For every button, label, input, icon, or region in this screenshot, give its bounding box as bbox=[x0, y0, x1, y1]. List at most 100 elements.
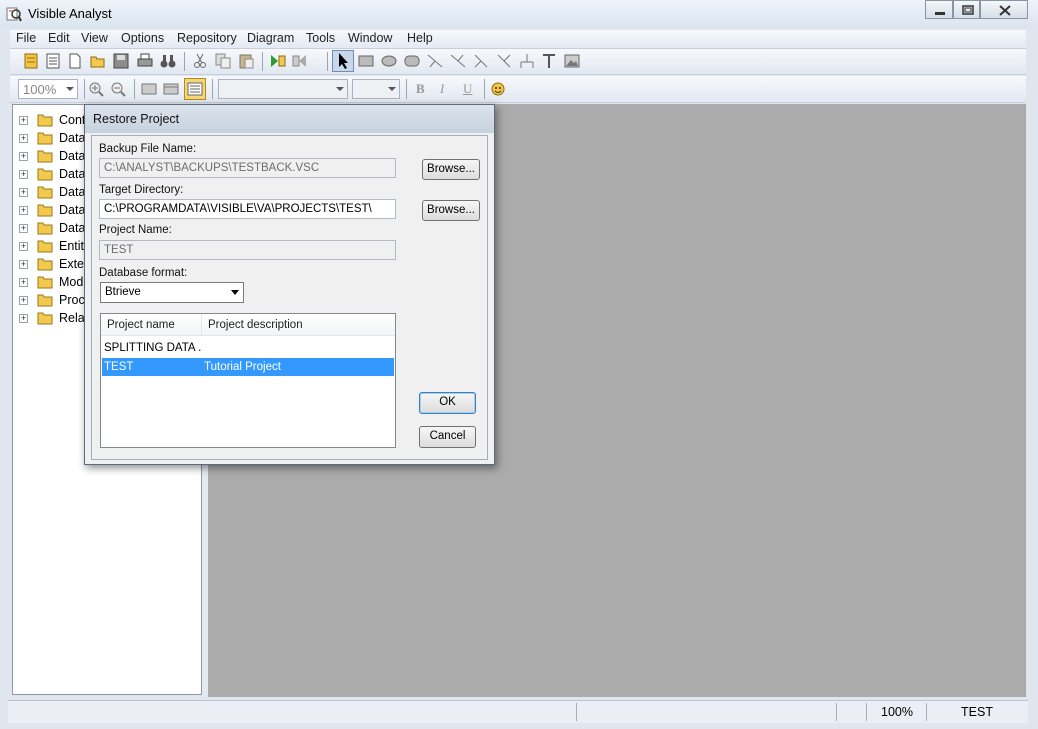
dialog-titlebar[interactable]: Restore Project bbox=[85, 105, 494, 133]
expand-icon[interactable]: + bbox=[19, 296, 28, 305]
play-back-icon[interactable] bbox=[291, 52, 309, 70]
save-icon[interactable] bbox=[112, 52, 130, 70]
underline-button[interactable]: U bbox=[463, 81, 472, 97]
status-project: TEST bbox=[926, 703, 1027, 721]
project-list[interactable]: Project name Project description SPLITTI… bbox=[100, 313, 396, 448]
pointer-tool-active[interactable] bbox=[332, 50, 354, 72]
zoom-out-icon[interactable] bbox=[109, 80, 127, 98]
play-forward-icon[interactable] bbox=[268, 52, 286, 70]
cut-icon[interactable] bbox=[191, 52, 209, 70]
connector-tool-icon[interactable] bbox=[518, 52, 536, 70]
expand-icon[interactable]: + bbox=[19, 206, 28, 215]
menu-edit[interactable]: Edit bbox=[48, 31, 70, 45]
menu-diagram[interactable]: Diagram bbox=[247, 31, 294, 45]
tree-item-label: Data bbox=[59, 185, 86, 199]
toolbar-separator bbox=[134, 79, 135, 99]
zoom-value: 100% bbox=[23, 82, 57, 97]
image-tool-icon[interactable] bbox=[563, 52, 581, 70]
tree-item-label: Data bbox=[59, 203, 86, 217]
tree-item-label: Data bbox=[59, 149, 86, 163]
project-name-label: Project Name: bbox=[99, 224, 172, 236]
shape-tool-icon[interactable] bbox=[403, 52, 421, 70]
print-icon[interactable] bbox=[136, 52, 154, 70]
column-header-project-name[interactable]: Project name bbox=[101, 314, 202, 336]
menu-help[interactable]: Help bbox=[407, 31, 433, 45]
status-cell bbox=[576, 703, 837, 721]
relationship-tool-icon[interactable] bbox=[426, 52, 444, 70]
folder-icon bbox=[37, 240, 53, 253]
view-list-active[interactable] bbox=[184, 78, 206, 100]
paste-icon[interactable] bbox=[237, 52, 255, 70]
folder-icon bbox=[37, 186, 53, 199]
tree-item-label: Mod bbox=[59, 275, 84, 289]
chevron-down-icon bbox=[336, 87, 344, 91]
expand-icon[interactable]: + bbox=[19, 314, 28, 323]
status-cell bbox=[836, 703, 867, 721]
maximize-button[interactable] bbox=[953, 0, 980, 19]
expand-icon[interactable]: + bbox=[19, 278, 28, 287]
backup-file-field[interactable]: C:\ANALYST\BACKUPS\TESTBACK.VSC bbox=[99, 158, 396, 178]
expand-icon[interactable]: + bbox=[19, 242, 28, 251]
database-format-select[interactable]: Btrieve bbox=[100, 282, 244, 303]
expand-icon[interactable]: + bbox=[19, 188, 28, 197]
project-name-field[interactable]: TEST bbox=[99, 240, 396, 260]
menu-repository[interactable]: Repository bbox=[177, 31, 237, 45]
zoom-in-icon[interactable] bbox=[87, 80, 105, 98]
folder-icon bbox=[37, 204, 53, 217]
relationship-tool-icon[interactable] bbox=[472, 52, 490, 70]
copy-icon[interactable] bbox=[214, 52, 232, 70]
rectangle-tool-icon[interactable] bbox=[357, 52, 375, 70]
font-size-combo[interactable] bbox=[352, 79, 400, 99]
view-normal-icon[interactable] bbox=[140, 80, 158, 98]
menu-file[interactable]: File bbox=[16, 31, 36, 45]
expand-icon[interactable]: + bbox=[19, 134, 28, 143]
backup-file-label: Backup File Name: bbox=[99, 143, 197, 155]
browse-target-button[interactable]: Browse... bbox=[422, 200, 480, 221]
relationship-tool-icon[interactable] bbox=[495, 52, 513, 70]
zoom-combo[interactable]: 100% bbox=[18, 79, 78, 99]
cancel-button[interactable]: Cancel bbox=[419, 426, 476, 448]
browse-backup-button[interactable]: Browse... bbox=[422, 159, 480, 180]
expand-icon[interactable]: + bbox=[19, 260, 28, 269]
ok-button[interactable]: OK bbox=[419, 392, 476, 414]
relationship-tool-icon[interactable] bbox=[449, 52, 467, 70]
font-combo[interactable] bbox=[218, 79, 348, 99]
text-tool-icon[interactable] bbox=[540, 52, 558, 70]
toolbar-separator bbox=[84, 79, 85, 99]
folder-icon bbox=[37, 258, 53, 271]
menu-options[interactable]: Options bbox=[121, 31, 164, 45]
tree-item-label: Data bbox=[59, 221, 86, 235]
menu-view[interactable]: View bbox=[81, 31, 108, 45]
italic-button[interactable]: I bbox=[440, 81, 444, 97]
repository-icon[interactable] bbox=[22, 52, 40, 70]
help-smiley-icon[interactable] bbox=[489, 80, 507, 98]
new-file-icon[interactable] bbox=[66, 52, 84, 70]
menu-window[interactable]: Window bbox=[348, 31, 392, 45]
folder-icon bbox=[37, 150, 53, 163]
ellipse-tool-icon[interactable] bbox=[380, 52, 398, 70]
expand-icon[interactable]: + bbox=[19, 152, 28, 161]
document-list-icon[interactable] bbox=[44, 52, 62, 70]
expand-icon[interactable]: + bbox=[19, 170, 28, 179]
chevron-down-icon bbox=[388, 87, 396, 91]
folder-icon bbox=[37, 132, 53, 145]
toolbar-separator bbox=[262, 52, 263, 71]
binoculars-icon[interactable] bbox=[159, 52, 177, 70]
expand-icon[interactable]: + bbox=[19, 224, 28, 233]
database-format-label: Database format: bbox=[99, 267, 188, 279]
menu-tools[interactable]: Tools bbox=[306, 31, 335, 45]
column-header-project-description[interactable]: Project description bbox=[202, 314, 395, 336]
app-icon bbox=[6, 6, 22, 22]
minimize-button[interactable] bbox=[925, 0, 953, 19]
folder-icon bbox=[37, 168, 53, 181]
list-item-selected[interactable]: TEST Tutorial Project bbox=[102, 358, 394, 376]
target-directory-field[interactable]: C:\PROGRAMDATA\VISIBLE\VA\PROJECTS\TEST\ bbox=[99, 199, 396, 219]
folder-icon bbox=[37, 276, 53, 289]
bold-button[interactable]: B bbox=[416, 81, 425, 97]
list-item[interactable]: SPLITTING DATA ... bbox=[102, 339, 394, 357]
expand-icon[interactable]: + bbox=[19, 116, 28, 125]
view-panel-icon[interactable] bbox=[162, 80, 180, 98]
open-folder-icon[interactable] bbox=[89, 52, 107, 70]
close-button[interactable] bbox=[980, 0, 1028, 19]
database-format-value: Btrieve bbox=[105, 286, 141, 298]
